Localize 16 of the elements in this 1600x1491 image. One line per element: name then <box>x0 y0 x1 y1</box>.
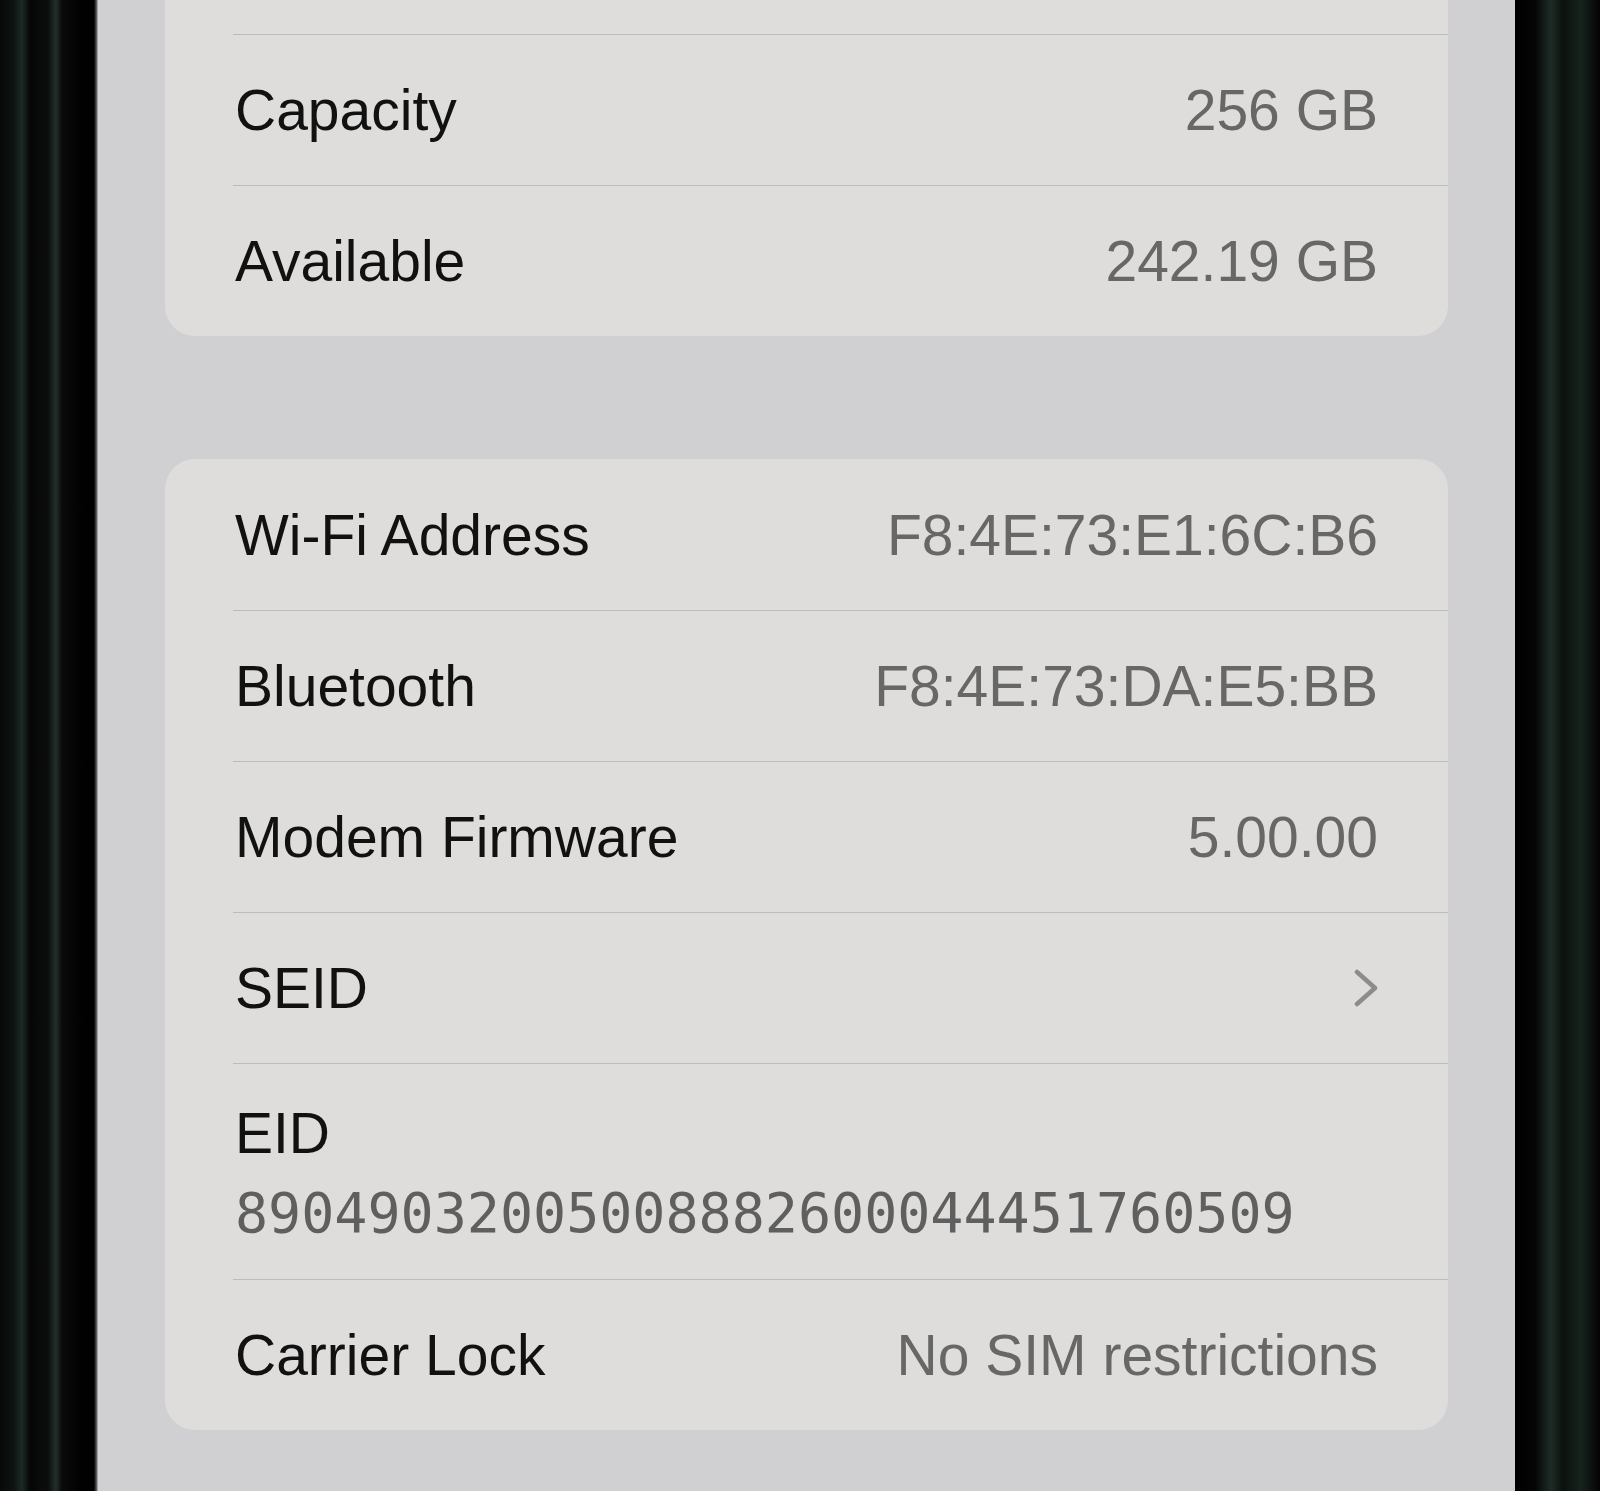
row-label: Capacity <box>235 77 457 144</box>
row-value: No SIM restrictions <box>896 1322 1378 1389</box>
row-label: EID <box>235 1099 331 1167</box>
row-value: 256 GB <box>1184 77 1378 144</box>
row-value: 89049032005008882600044451760509 <box>235 1180 1295 1245</box>
row-label: Carrier Lock <box>235 1322 546 1389</box>
row-label: Bluetooth <box>235 653 476 720</box>
row-label: Available <box>235 228 466 295</box>
row-label: Modem Firmware <box>235 804 679 871</box>
row-value: 5.00.00 <box>1187 804 1378 871</box>
row-value: F8:4E:73:DA:E5:BB <box>874 653 1378 720</box>
row-value: F8:4E:73:E1:6C:B6 <box>886 501 1378 569</box>
row-value: 242.19 GB <box>1105 228 1378 295</box>
list-item[interactable]: SEID <box>235 913 1378 1063</box>
chevron-icon <box>1354 969 1378 1007</box>
row-label: Wi-Fi Address <box>235 501 590 569</box>
